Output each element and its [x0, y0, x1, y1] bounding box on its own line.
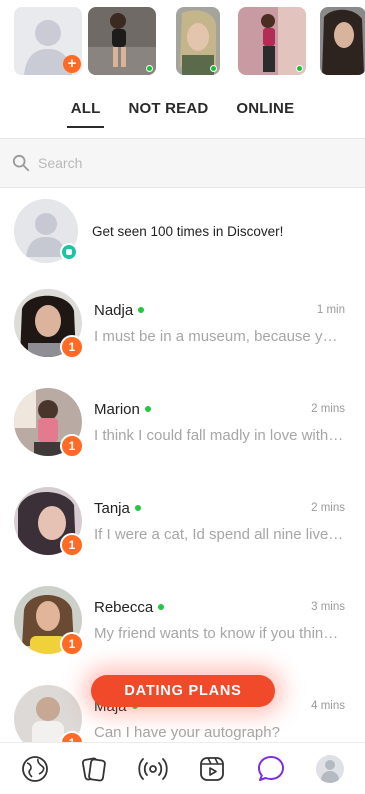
conversation-avatar: 1 — [14, 289, 84, 359]
online-dot-icon — [144, 406, 151, 412]
stories-row: + — [14, 7, 365, 77]
tab-not-read[interactable]: NOT READ — [126, 98, 210, 128]
conversation-avatar: 1 — [14, 586, 84, 656]
conversation-avatar: 1 — [14, 487, 84, 557]
conversation-avatar: 1 — [14, 388, 84, 458]
nav-profile[interactable] — [313, 752, 347, 786]
discover-promo[interactable]: Get seen 100 times in Discover! — [14, 198, 351, 264]
reels-icon — [199, 756, 224, 781]
conversation-row[interactable]: 1 Rebecca 3 mins My friend wants to know… — [14, 585, 345, 656]
boost-badge-icon — [60, 243, 78, 261]
nav-chat[interactable] — [254, 752, 288, 786]
story-item[interactable] — [238, 7, 306, 75]
my-story[interactable]: + — [14, 7, 82, 75]
nav-live[interactable] — [136, 752, 170, 786]
message-preview: My friend wants to know if you think I'm… — [94, 624, 345, 642]
message-time: 2 mins — [311, 403, 345, 415]
story-photo — [88, 7, 156, 75]
dating-plans-button[interactable]: DATING PLANS — [91, 675, 275, 707]
tab-online[interactable]: ONLINE — [234, 98, 296, 128]
message-time: 2 mins — [311, 502, 345, 514]
nav-reels[interactable] — [195, 752, 229, 786]
search-bar[interactable] — [0, 138, 365, 188]
message-preview: If I were a cat, Id spend all nine lives… — [94, 525, 345, 543]
filter-tabs: ALL NOT READ ONLINE — [0, 98, 365, 128]
promo-text: Get seen 100 times in Discover! — [92, 223, 284, 239]
add-story-icon[interactable]: + — [63, 55, 81, 73]
message-preview: I think I could fall madly in love with … — [94, 426, 345, 444]
contact-name: Marion — [94, 401, 151, 418]
nav-cards[interactable] — [77, 752, 111, 786]
bottom-nav — [0, 742, 365, 794]
story-item[interactable] — [88, 7, 156, 75]
contact-name: Nadja — [94, 302, 145, 319]
message-time: 4 mins — [311, 700, 345, 712]
online-dot-icon — [138, 307, 145, 313]
unread-count-badge: 1 — [60, 434, 84, 458]
broadcast-icon — [138, 757, 168, 780]
tab-all[interactable]: ALL — [66, 98, 105, 128]
conversation-row[interactable]: 1 Tanja 2 mins If I were a cat, Id spend… — [14, 486, 345, 557]
search-icon — [12, 154, 30, 172]
nav-discover[interactable] — [18, 752, 52, 786]
online-indicator — [146, 65, 153, 72]
story-item[interactable] — [176, 7, 220, 75]
contact-name: Tanja — [94, 500, 141, 517]
conversation-row[interactable]: 1 Nadja 1 min I must be in a museum, bec… — [14, 288, 345, 359]
contact-name: Rebecca — [94, 599, 165, 616]
message-preview: I must be in a museum, because you truly… — [94, 327, 345, 345]
chat-icon — [257, 755, 284, 781]
unread-count-badge: 1 — [60, 533, 84, 557]
message-preview: Can I have your autograph? — [94, 723, 280, 741]
story-photo — [238, 7, 306, 75]
story-item[interactable] — [320, 7, 365, 75]
search-input[interactable] — [38, 155, 318, 171]
profile-avatar — [315, 754, 344, 783]
globe-icon — [22, 755, 49, 782]
message-time: 1 min — [316, 304, 345, 316]
online-indicator — [296, 65, 303, 72]
online-dot-icon — [158, 604, 165, 610]
online-indicator — [210, 65, 217, 72]
promo-avatar — [14, 199, 78, 263]
unread-count-badge: 1 — [60, 632, 84, 656]
cards-icon — [82, 757, 107, 781]
online-dot-icon — [134, 505, 141, 511]
message-time: 3 mins — [311, 601, 345, 613]
conversation-row[interactable]: 1 Marion 2 mins I think I could fall mad… — [14, 387, 345, 458]
story-photo — [320, 7, 365, 75]
unread-count-badge: 1 — [60, 335, 84, 359]
